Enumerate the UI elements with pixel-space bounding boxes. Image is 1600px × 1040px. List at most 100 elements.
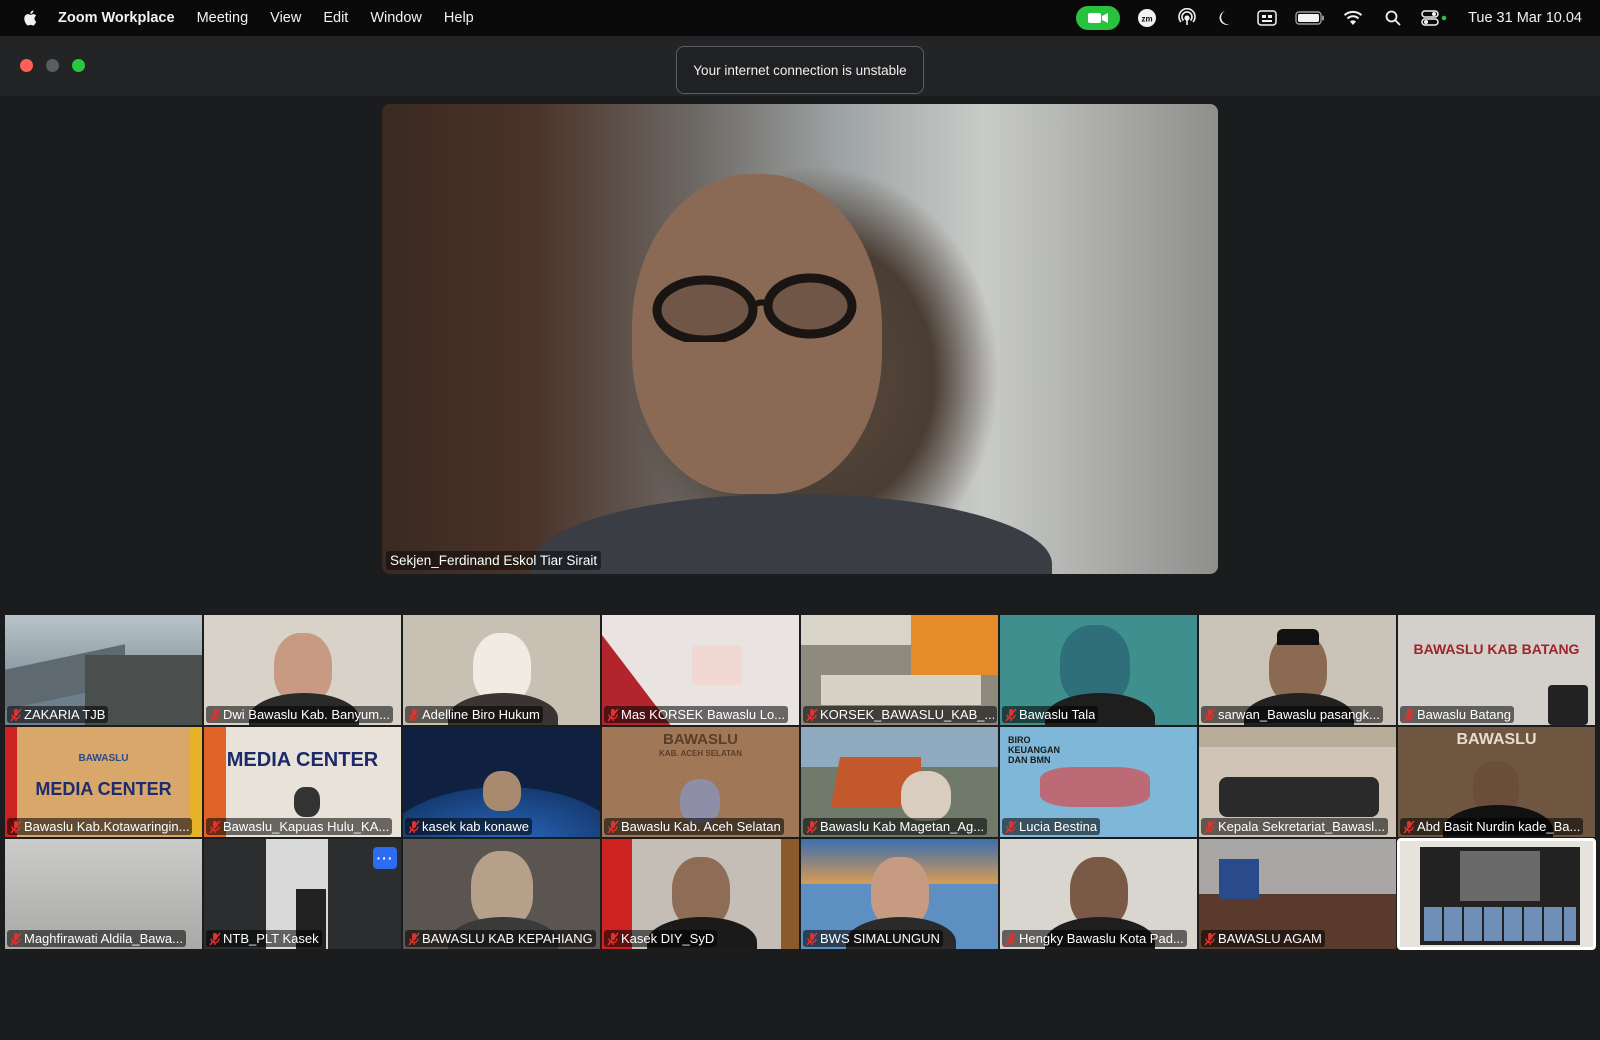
muted-mic-icon [1204,707,1216,722]
participant-name: Mas KORSEK Bawaslu Lo... [621,707,786,722]
more-options-button[interactable]: ··· [373,847,397,869]
participant-tile[interactable]: ZAKARIA TJB [4,614,203,726]
participant-name-label: ZAKARIA TJB [7,706,109,723]
muted-mic-icon [10,819,22,834]
participant-name: BAWASLU AGAM [1218,931,1322,946]
participant-name-label: kasek kab konawe [405,818,532,835]
menu-bar: Zoom Workplace Meeting View Edit Window … [0,0,1600,36]
apple-icon[interactable] [22,9,40,27]
participant-name-label: KORSEK_BAWASLU_KAB_... [803,706,997,723]
participant-tile[interactable]: Bawaslu Tala [999,614,1198,726]
muted-mic-icon [1005,707,1017,722]
speaker-name-label: Sekjen_Ferdinand Eskol Tiar Sirait [386,551,602,570]
participant-tile[interactable]: Adelline Biro Hukum [402,614,601,726]
menu-view[interactable]: View [270,10,301,26]
participant-name-label: sarwan_Bawaslu pasangk... [1201,706,1383,723]
minimize-window-button[interactable] [46,59,59,72]
menu-help[interactable]: Help [444,10,474,26]
close-window-button[interactable] [20,59,33,72]
participant-name: sarwan_Bawaslu pasangk... [1218,707,1380,722]
tile-banner-bawaslu: BAWASLU [78,753,129,764]
participant-tile[interactable]: Maghfirawati Aldila_Bawa... [4,838,203,950]
participant-tile[interactable]: BIRO KEUANGAN DAN BMN Lucia Bestina [999,726,1198,838]
participant-tile[interactable]: Hengky Bawaslu Kota Pad... [999,838,1198,950]
participant-name-label: Kasek DIY_SyD [604,930,718,947]
participant-tile[interactable]: Bawaslu Kab Magetan_Ag... [800,726,999,838]
participant-name: Kasek DIY_SyD [621,931,715,946]
self-view-tile[interactable] [1397,838,1596,950]
wifi-icon[interactable] [1340,8,1366,28]
participant-tile[interactable]: BAWASLU Abd Basit Nurdin kade_Ba... [1397,726,1596,838]
tile-banner-aceh: KAB. ACEH SELATAN [659,749,742,758]
participant-tile[interactable]: MEDIA CENTER Bawaslu_Kapuas Hulu_KA... [203,726,402,838]
camera-in-use-icon[interactable] [1076,6,1121,30]
control-center-icon[interactable] [1420,8,1450,28]
input-source-icon[interactable] [1254,8,1280,28]
muted-mic-icon [1005,931,1017,946]
participant-name-label: Kepala Sekretariat_Bawasl... [1201,818,1388,835]
participant-name-label: Bawaslu Tala [1002,706,1099,723]
muted-mic-icon [1204,931,1216,946]
participant-name: Kepala Sekretariat_Bawasl... [1218,819,1385,834]
spotlight-search-icon[interactable] [1380,8,1406,28]
muted-mic-icon [209,819,221,834]
speaker-shoulders [532,494,1052,574]
tile-banner-bawaslu-3: BAWASLU [1456,731,1537,748]
participant-tile[interactable]: Kasek DIY_SyD [601,838,800,950]
participant-tile[interactable]: BAWASLU KAB BATANG Bawaslu Batang [1397,614,1596,726]
muted-mic-icon [1403,707,1415,722]
participant-name-label: Abd Basit Nurdin kade_Ba... [1400,818,1584,835]
active-speaker-video[interactable]: Sekjen_Ferdinand Eskol Tiar Sirait [382,104,1218,574]
participant-name-label: BAWASLU KAB KEPAHIANG [405,930,596,947]
participant-tile[interactable]: kasek kab konawe [402,726,601,838]
muted-mic-icon [209,707,221,722]
muted-mic-icon [1403,819,1415,834]
participant-name-label: Bawaslu_Kapuas Hulu_KA... [206,818,393,835]
muted-mic-icon [806,819,818,834]
participant-name: Bawaslu Kab.Kotawaringin... [24,819,190,834]
participant-tile[interactable]: Kepala Sekretariat_Bawasl... [1198,726,1397,838]
battery-icon[interactable] [1294,8,1326,28]
muted-mic-icon [408,707,420,722]
connection-warning-text: Your internet connection is unstable [693,62,907,78]
participant-tile[interactable]: sarwan_Bawaslu pasangk... [1198,614,1397,726]
participant-tile[interactable]: BAWASLU KAB. ACEH SELATAN Bawaslu Kab. Ace… [601,726,800,838]
participant-name-label: BWS SIMALUNGUN [803,930,943,947]
muted-mic-icon [806,707,818,722]
moon-icon[interactable] [1214,8,1240,28]
participant-name-label: Bawaslu Kab.Kotawaringin... [7,818,193,835]
menu-meeting[interactable]: Meeting [197,10,249,26]
svg-text:zm: zm [1142,15,1153,24]
participant-tile[interactable]: Dwi Bawaslu Kab. Banyum... [203,614,402,726]
participant-tile[interactable]: KORSEK_BAWASLU_KAB_... [800,614,999,726]
participant-tile[interactable]: BAWASLU MEDIA CENTER Bawaslu Kab.Kotawarin… [4,726,203,838]
participant-tile[interactable]: ··· NTB_PLT Kasek [203,838,402,950]
airdrop-icon[interactable] [1174,8,1200,28]
participant-name: KORSEK_BAWASLU_KAB_... [820,707,994,722]
participant-name-label: Dwi Bawaslu Kab. Banyum... [206,706,393,723]
participant-name-label: Hengky Bawaslu Kota Pad... [1002,930,1187,947]
participant-name-label: Maghfirawati Aldila_Bawa... [7,930,186,947]
participant-name: kasek kab konawe [422,819,529,834]
status-area: zm Tue 31 Mar 10.04 [1076,0,1582,36]
participant-tile[interactable]: BAWASLU AGAM [1198,838,1397,950]
participant-name-label: Lucia Bestina [1002,818,1101,835]
muted-mic-icon [607,707,619,722]
muted-mic-icon [408,819,420,834]
participant-name-label: Bawaslu Batang [1400,706,1514,723]
menu-window[interactable]: Window [370,10,422,26]
zoom-status-icon[interactable]: zm [1134,8,1160,28]
participant-tile[interactable]: BAWASLU KAB KEPAHIANG [402,838,601,950]
participant-gallery: ZAKARIA TJB Dwi Bawaslu Kab. Banyum... Ade… [4,614,1600,951]
zoom-window-button[interactable] [72,59,85,72]
participant-name: Bawaslu_Kapuas Hulu_KA... [223,819,390,834]
participant-tile[interactable]: Mas KORSEK Bawaslu Lo... [601,614,800,726]
muted-mic-icon [607,819,619,834]
participant-tile[interactable]: BWS SIMALUNGUN [800,838,999,950]
menu-edit[interactable]: Edit [323,10,348,26]
menu-app-name[interactable]: Zoom Workplace [58,10,175,26]
window-titlebar: Your internet connection is unstable [0,36,1600,96]
menubar-clock[interactable]: Tue 31 Mar 10.04 [1468,10,1582,26]
participant-name: Hengky Bawaslu Kota Pad... [1019,931,1184,946]
participant-name: Bawaslu Kab. Aceh Selatan [621,819,781,834]
